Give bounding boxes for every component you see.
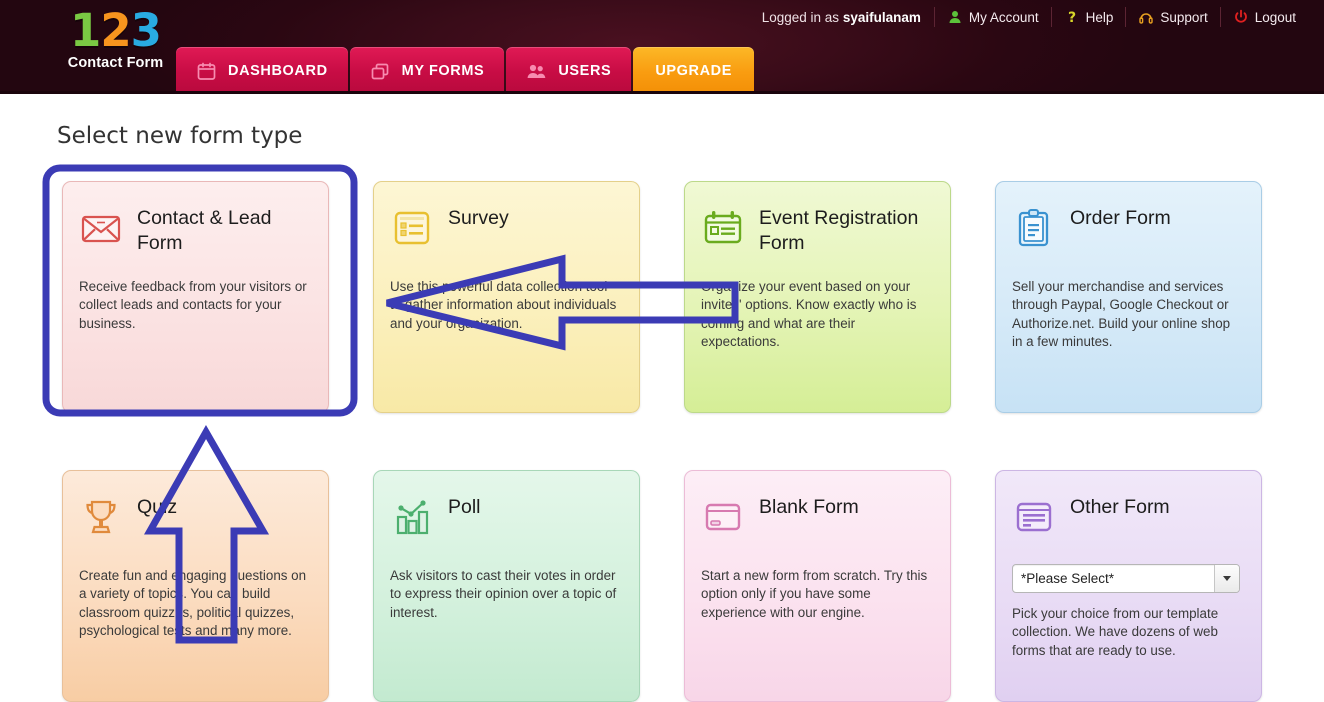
clipboard-icon bbox=[1012, 206, 1056, 250]
card-description: Organize your event based on your invite… bbox=[701, 279, 917, 350]
calendar-icon bbox=[196, 62, 217, 80]
card-header: Event Registration Form bbox=[701, 204, 930, 262]
template-select[interactable]: *Please Select* bbox=[1012, 564, 1240, 593]
headset-icon bbox=[1138, 9, 1154, 25]
form-type-row-1: Contact & Lead Form Receive feedback fro… bbox=[62, 181, 1262, 413]
help-link[interactable]: ? Help bbox=[1050, 7, 1126, 27]
card-description: Receive feedback from your visitors or c… bbox=[79, 279, 307, 331]
card-header: Quiz bbox=[79, 493, 308, 551]
card-header: Blank Form bbox=[701, 493, 930, 551]
card-contact-lead-form[interactable]: Contact & Lead Form Receive feedback fro… bbox=[62, 181, 329, 413]
main-navigation: DASHBOARD MY FORMS USERS UPGRADE bbox=[176, 47, 755, 94]
card-other-form[interactable]: Other Form *Please Select* Pick your cho… bbox=[995, 470, 1262, 702]
chevron-down-icon[interactable] bbox=[1214, 565, 1239, 592]
logo-subtitle: Contact Form bbox=[67, 55, 164, 71]
forms-icon bbox=[370, 62, 391, 80]
tab-upgrade-label: UPGRADE bbox=[655, 62, 733, 79]
support-link[interactable]: Support bbox=[1125, 7, 1219, 27]
card-event-registration-form[interactable]: Event Registration Form Organize your ev… bbox=[684, 181, 951, 413]
card-poll[interactable]: Poll Ask visitors to cast their votes in… bbox=[373, 470, 640, 702]
envelope-icon bbox=[79, 206, 123, 250]
form-type-row-2: Quiz Create fun and engaging questions o… bbox=[62, 470, 1262, 702]
list-icon bbox=[390, 206, 434, 250]
logged-in-status: Logged in as syaifulanam bbox=[762, 10, 934, 25]
tab-dashboard-label: DASHBOARD bbox=[228, 62, 328, 79]
card-title: Other Form bbox=[1070, 496, 1170, 518]
logo-digits: 123 bbox=[53, 8, 178, 54]
card-header: Contact & Lead Form bbox=[79, 204, 308, 262]
card-header: Poll bbox=[390, 493, 619, 551]
template-select-value[interactable]: *Please Select* bbox=[1012, 564, 1240, 593]
card-title: Survey bbox=[448, 207, 509, 229]
my-account-label: My Account bbox=[968, 9, 1039, 25]
tab-my-forms-label: MY FORMS bbox=[401, 62, 485, 79]
card-title: Event Registration Form bbox=[759, 207, 919, 254]
power-icon bbox=[1233, 9, 1249, 25]
my-account-link[interactable]: My Account bbox=[933, 7, 1051, 27]
bar-chart-icon bbox=[390, 495, 434, 539]
document-icon bbox=[1012, 495, 1056, 539]
card-description: Start a new form from scratch. Try this … bbox=[701, 568, 928, 620]
logged-in-prefix: Logged in as bbox=[761, 9, 843, 25]
card-description: Ask visitors to cast their votes in orde… bbox=[390, 568, 617, 620]
card-description: Create fun and engaging questions on a v… bbox=[79, 568, 307, 639]
logo[interactable]: 123 Contact Form bbox=[53, 8, 178, 80]
tab-dashboard[interactable]: DASHBOARD bbox=[176, 47, 348, 94]
calendar-card-icon bbox=[701, 206, 745, 250]
tab-users-label: USERS bbox=[558, 62, 612, 79]
card-title: Order Form bbox=[1070, 207, 1171, 229]
trophy-icon bbox=[79, 495, 123, 539]
tab-my-forms[interactable]: MY FORMS bbox=[349, 47, 505, 94]
logout-link[interactable]: Logout bbox=[1219, 7, 1308, 27]
card-survey[interactable]: Survey Use this powerful data collection… bbox=[373, 181, 640, 413]
card-title: Blank Form bbox=[759, 496, 859, 518]
card-description: Pick your choice from our template colle… bbox=[1012, 606, 1219, 658]
card-description: Sell your merchandise and services throu… bbox=[1012, 279, 1231, 350]
logo-digit-3: 3 bbox=[130, 4, 162, 57]
card-title: Contact & Lead Form bbox=[137, 207, 272, 254]
support-label: Support bbox=[1160, 9, 1208, 25]
card-order-form[interactable]: Order Form Sell your merchandise and ser… bbox=[995, 181, 1262, 413]
card-quiz[interactable]: Quiz Create fun and engaging questions o… bbox=[62, 470, 329, 702]
card-title: Poll bbox=[448, 496, 481, 518]
card-title: Quiz bbox=[137, 496, 178, 518]
tab-users[interactable]: USERS bbox=[506, 47, 632, 94]
user-bar: Logged in as syaifulanam My Account ? He… bbox=[762, 4, 1308, 30]
card-description: Use this powerful data collection tool t… bbox=[390, 279, 617, 331]
card-header: Other Form bbox=[1012, 493, 1241, 551]
card-header: Survey bbox=[390, 204, 619, 262]
card-header: Order Form bbox=[1012, 204, 1241, 262]
logo-digit-2: 2 bbox=[100, 4, 131, 57]
card-blank-form[interactable]: Blank Form Start a new form from scratch… bbox=[684, 470, 951, 702]
svg-text:?: ? bbox=[1068, 10, 1076, 25]
logo-digit-1: 1 bbox=[70, 4, 101, 57]
username: syaifulanam bbox=[842, 9, 921, 25]
site-header: 123 Contact Form Logged in as syaifulana… bbox=[0, 0, 1324, 94]
page-title: Select new form type bbox=[57, 123, 303, 149]
help-label: Help bbox=[1085, 9, 1114, 25]
window-icon bbox=[701, 495, 745, 539]
form-type-grid: Contact & Lead Form Receive feedback fro… bbox=[62, 181, 1262, 702]
users-icon bbox=[526, 62, 547, 80]
logout-label: Logout bbox=[1254, 9, 1296, 25]
user-icon bbox=[947, 9, 963, 25]
tab-upgrade[interactable]: UPGRADE bbox=[633, 47, 755, 94]
question-mark-icon: ? bbox=[1064, 9, 1080, 26]
